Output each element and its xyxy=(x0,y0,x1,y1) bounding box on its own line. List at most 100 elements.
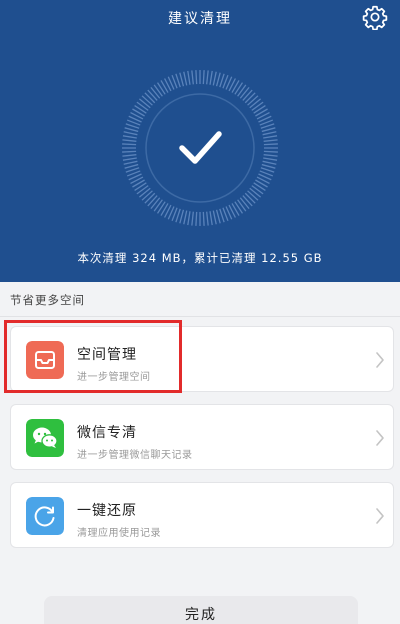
dial-tick xyxy=(138,98,151,109)
dial-tick xyxy=(251,101,264,111)
dial-tick xyxy=(215,209,221,224)
dial-tick xyxy=(209,211,213,226)
dial-tick xyxy=(253,182,266,192)
wechat-cleanup-card[interactable]: 微信专清 进一步管理微信聊天记录 xyxy=(10,404,394,470)
dial-tick xyxy=(202,211,205,226)
dial-tick xyxy=(251,185,264,195)
dial-tick xyxy=(263,150,278,153)
dial-tick xyxy=(124,163,139,169)
cleanup-summary: 本次清理 324 MB，累计已清理 12.55 GB xyxy=(77,251,323,265)
dial-tick xyxy=(263,154,278,157)
storage-box-icon xyxy=(26,341,64,379)
dial-tick xyxy=(187,211,191,226)
dial-tick xyxy=(153,84,163,97)
dial-tick xyxy=(261,163,276,169)
dial-tick xyxy=(122,157,137,161)
dial-tick xyxy=(212,71,217,86)
dial-tick xyxy=(122,143,137,146)
dial-tick xyxy=(122,150,137,153)
chevron-right-icon xyxy=(376,430,384,446)
card-title: 微信专清 xyxy=(77,425,137,441)
dial-tick xyxy=(244,192,256,204)
card-title: 空间管理 xyxy=(77,347,137,363)
page-title: 建议清理 xyxy=(168,11,232,27)
dial-tick xyxy=(247,95,259,106)
dial-tick xyxy=(242,89,253,101)
dial-tick xyxy=(179,72,185,87)
wechat-icon xyxy=(26,419,64,457)
cleanup-progress-dial xyxy=(122,70,278,226)
dial-tick xyxy=(263,157,278,161)
dial-tick xyxy=(187,70,191,85)
dial-tick xyxy=(134,182,147,192)
dial-tick xyxy=(249,98,262,109)
section-divider xyxy=(0,316,400,317)
dial-tick xyxy=(195,211,198,226)
dial-tick xyxy=(206,211,209,226)
dial-tick xyxy=(253,104,266,114)
dial-tick xyxy=(239,197,250,210)
dial-tick xyxy=(239,86,250,99)
chevron-right-icon xyxy=(376,508,384,524)
dial-tick xyxy=(144,92,156,104)
dial-tick xyxy=(150,86,161,99)
dial-tick xyxy=(136,101,149,111)
one-click-restore-card[interactable]: 一键还原 清理应用使用记录 xyxy=(10,482,394,548)
dial-tick xyxy=(123,160,138,165)
dial-tick xyxy=(183,210,188,225)
dial-tick xyxy=(183,71,188,86)
dial-tick xyxy=(263,139,278,142)
dial-tick xyxy=(242,195,253,207)
done-button[interactable]: 完成 xyxy=(44,596,358,624)
dial-tick xyxy=(244,92,256,104)
dial-tick xyxy=(212,210,217,225)
dial-tick xyxy=(237,84,247,97)
dial-tick xyxy=(150,197,161,210)
dial-tick xyxy=(237,199,247,212)
dial-tick xyxy=(191,211,194,226)
dial-tick xyxy=(209,70,213,85)
card-title: 一键还原 xyxy=(77,503,137,519)
section-label: 节省更多空间 xyxy=(10,293,85,307)
dial-tick xyxy=(138,187,151,198)
dial-tick xyxy=(179,209,185,224)
dial-tick xyxy=(144,192,156,204)
cleanup-header: 建议清理 本次清理 324 MB，累计已清理 12.55 GB xyxy=(0,0,400,282)
dial-tick xyxy=(261,127,276,133)
restore-icon xyxy=(26,497,64,535)
dial-tick xyxy=(153,199,163,212)
dial-tick xyxy=(136,185,149,195)
chevron-right-icon xyxy=(376,352,384,368)
dial-tick xyxy=(206,70,209,85)
dial-tick xyxy=(234,201,244,214)
dial-tick xyxy=(156,201,166,214)
dial-tick xyxy=(202,70,205,85)
dial-tick xyxy=(134,104,147,114)
gear-icon[interactable] xyxy=(362,4,388,30)
dial-tick xyxy=(122,154,137,157)
dial-tick xyxy=(122,139,137,142)
dial-tick xyxy=(234,82,244,95)
card-subtitle: 进一步管理空间 xyxy=(77,372,151,383)
dial-tick xyxy=(141,95,153,106)
dial-tick xyxy=(122,135,137,139)
dial-tick xyxy=(156,82,166,95)
card-subtitle: 进一步管理微信聊天记录 xyxy=(77,450,193,461)
dial-tick xyxy=(147,195,158,207)
dial-tick xyxy=(191,70,194,85)
dial-tick xyxy=(195,70,198,85)
dial-tick xyxy=(141,190,153,201)
dial-tick xyxy=(262,131,277,136)
dial-tick xyxy=(247,190,259,201)
dial-tick xyxy=(215,72,221,87)
space-management-card[interactable]: 空间管理 进一步管理空间 xyxy=(10,326,394,392)
dial-tick xyxy=(147,89,158,101)
checkmark-icon xyxy=(179,131,222,164)
dial-tick xyxy=(263,135,278,139)
card-subtitle: 清理应用使用记录 xyxy=(77,528,161,539)
dial-tick xyxy=(262,160,277,165)
dial-tick xyxy=(249,187,262,198)
dial-tick xyxy=(263,143,278,146)
dial-tick xyxy=(124,127,139,133)
dial-tick xyxy=(123,131,138,136)
